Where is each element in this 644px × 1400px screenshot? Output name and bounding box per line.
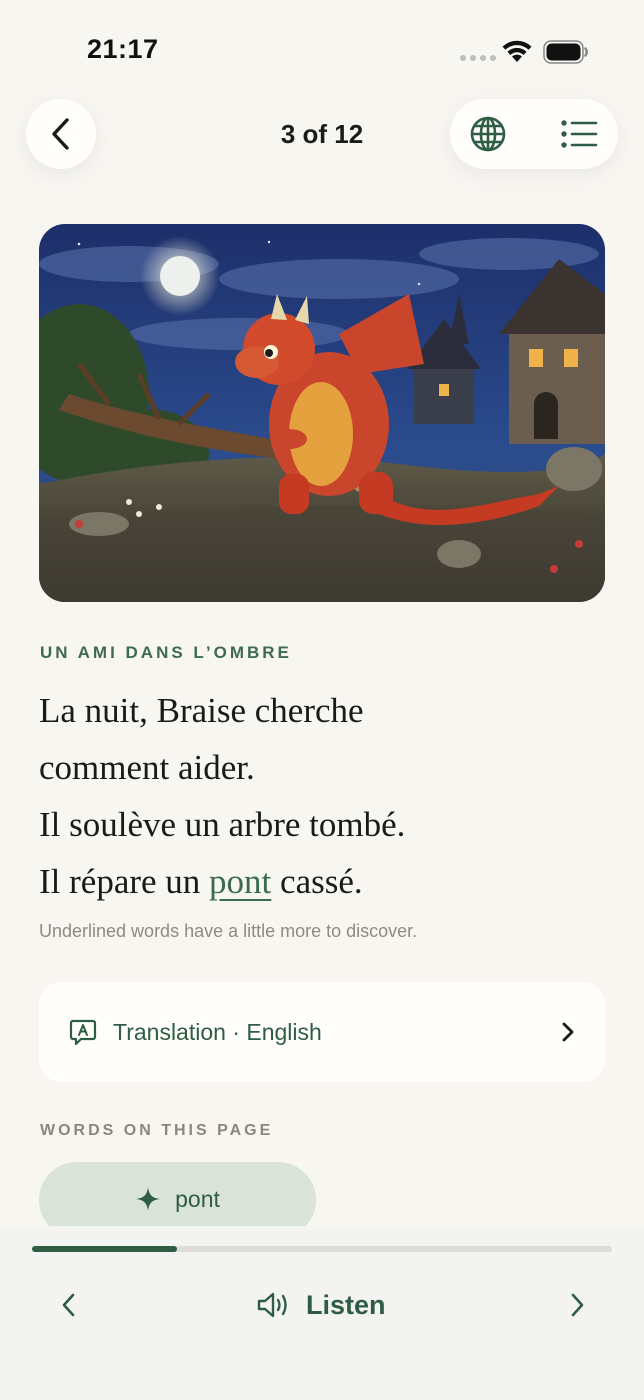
previous-page-button[interactable] xyxy=(54,1288,82,1322)
chevron-left-icon xyxy=(62,1293,75,1317)
globe-icon xyxy=(470,116,506,152)
story-line: Il répare un pont cassé. xyxy=(39,853,609,910)
story-line: Il soulève un arbre tombé. xyxy=(39,805,406,844)
reading-progress xyxy=(32,1246,612,1252)
chevron-right-icon xyxy=(562,1022,574,1042)
reading-progress-fill xyxy=(32,1246,177,1252)
translation-label: Translation · English xyxy=(113,1018,322,1045)
next-page-button[interactable] xyxy=(564,1288,592,1322)
sparkle-icon xyxy=(136,1187,161,1211)
story-text-segment: cassé. xyxy=(271,862,363,901)
story-text-segment: Il répare un xyxy=(39,862,210,901)
chevron-right-icon xyxy=(571,1293,584,1317)
translation-row[interactable]: Translation · English xyxy=(39,982,605,1082)
status-bar: 21:17 xyxy=(0,0,644,100)
section-title: UN AMI DANS L’OMBRE xyxy=(40,643,292,662)
listen-button[interactable]: Listen xyxy=(256,1284,386,1326)
listen-label: Listen xyxy=(306,1289,386,1320)
speaker-icon xyxy=(257,1292,287,1318)
battery-icon xyxy=(543,40,588,64)
glossary-word-link[interactable]: pont xyxy=(209,862,271,901)
story-illustration xyxy=(39,224,605,602)
story-line: La nuit, Braise cherche xyxy=(39,691,364,730)
header-actions xyxy=(450,99,618,169)
wifi-icon xyxy=(502,40,532,62)
word-chip-label: pont xyxy=(175,1186,220,1212)
hint-text: Underlined words have a little more to d… xyxy=(39,921,418,941)
list-icon xyxy=(561,120,598,148)
cellular-signal-icon xyxy=(460,55,496,61)
status-time: 21:17 xyxy=(87,34,159,64)
translate-icon xyxy=(69,1019,97,1046)
bottom-player-bar: Listen xyxy=(0,1226,644,1400)
story-line: comment aider. xyxy=(39,748,255,787)
language-button[interactable] xyxy=(469,115,507,153)
story-text: La nuit, Braise cherche comment aider. I… xyxy=(39,682,609,910)
words-heading: WORDS ON THIS PAGE xyxy=(40,1122,274,1139)
contents-button[interactable] xyxy=(560,119,598,149)
